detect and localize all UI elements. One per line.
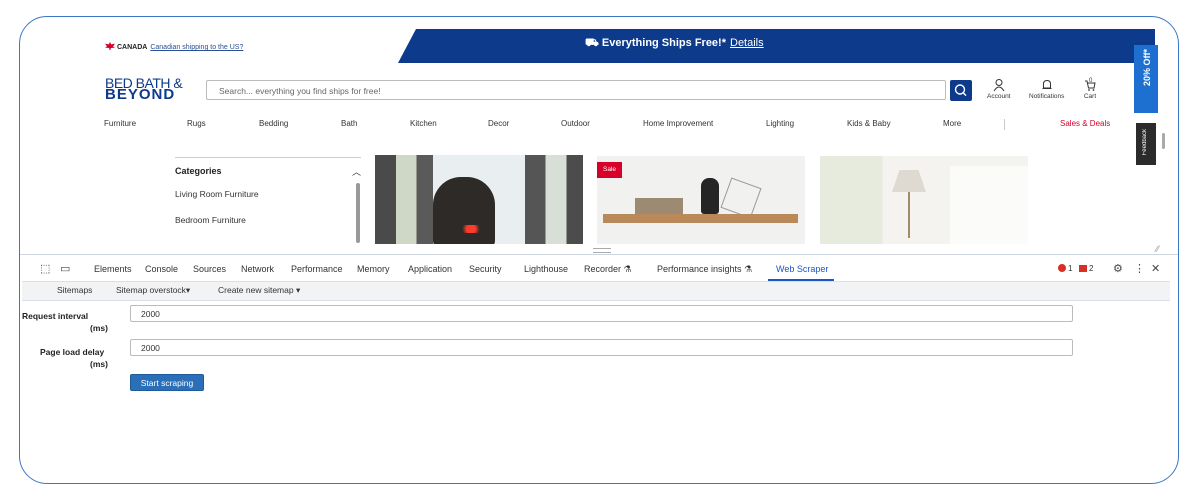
free-shipping-text: ⛟ Everything Ships Free!* Details bbox=[585, 37, 764, 49]
free-shipping-banner bbox=[398, 29, 1155, 63]
device-toggle-icon[interactable]: ▭ bbox=[60, 262, 70, 275]
caret-down-icon: ▾ bbox=[185, 285, 191, 295]
nav-divider bbox=[1004, 119, 1005, 130]
request-interval-input[interactable]: 2000 bbox=[130, 305, 1073, 322]
caret-down-icon: ▾ bbox=[295, 285, 301, 295]
nav-bedding[interactable]: Bedding bbox=[259, 119, 288, 128]
canada-shipping-notice: CANADA Canadian shipping to the US? bbox=[105, 42, 243, 51]
web-scraper-subnav bbox=[22, 281, 1170, 301]
tab-web-scraper[interactable]: Web Scraper bbox=[776, 264, 828, 274]
categories-divider bbox=[175, 157, 361, 158]
account-icon bbox=[993, 79, 1005, 92]
tab-performance[interactable]: Performance bbox=[291, 264, 343, 274]
subtab-sitemap-overstock[interactable]: Sitemap overstock▾ bbox=[116, 285, 190, 296]
page-load-delay-input[interactable]: 2000 bbox=[130, 339, 1073, 356]
error-icon bbox=[1058, 264, 1066, 272]
canada-shipping-link[interactable]: Canadian shipping to the US? bbox=[150, 44, 243, 51]
bedroom-product-image[interactable] bbox=[820, 156, 1028, 244]
tab-console[interactable]: Console bbox=[145, 264, 178, 274]
nav-more[interactable]: More bbox=[943, 119, 961, 128]
tab-recorder[interactable]: Recorder ⚗ bbox=[584, 264, 632, 275]
nav-bath[interactable]: Bath bbox=[341, 119, 357, 128]
bell-icon bbox=[1042, 79, 1052, 89]
search-input[interactable]: Search... everything you find ships for … bbox=[206, 80, 946, 100]
cart-count: 0 bbox=[1089, 78, 1093, 84]
details-link[interactable]: Details bbox=[730, 37, 764, 49]
nav-kitchen[interactable]: Kitchen bbox=[410, 119, 437, 128]
nav-furniture[interactable]: Furniture bbox=[104, 119, 136, 128]
issue-count[interactable]: 2 bbox=[1079, 264, 1093, 273]
request-interval-label: Request interval (ms) bbox=[22, 311, 108, 333]
truck-icon: ⛟ bbox=[585, 37, 599, 49]
tab-sources[interactable]: Sources bbox=[193, 264, 226, 274]
tab-performance-insights[interactable]: Performance insights ⚗ bbox=[657, 264, 752, 275]
category-bedroom[interactable]: Bedroom Furniture bbox=[175, 215, 246, 225]
nav-rugs[interactable]: Rugs bbox=[187, 119, 206, 128]
tab-elements[interactable]: Elements bbox=[94, 264, 132, 274]
inspect-element-icon[interactable]: ⬚ bbox=[40, 262, 50, 275]
notifications-button[interactable]: Notifications bbox=[1029, 78, 1064, 100]
page-load-delay-label: Page load delay (ms) bbox=[40, 347, 108, 369]
nav-lighting[interactable]: Lighting bbox=[766, 119, 794, 128]
tab-memory[interactable]: Memory bbox=[357, 264, 390, 274]
issue-icon bbox=[1079, 265, 1087, 272]
start-scraping-button[interactable]: Start scraping bbox=[130, 374, 204, 391]
search-button[interactable] bbox=[950, 80, 972, 101]
gear-icon[interactable]: ⚙ bbox=[1113, 262, 1123, 275]
nav-decor[interactable]: Decor bbox=[488, 119, 509, 128]
tab-network[interactable]: Network bbox=[241, 264, 274, 274]
panel-resize-handle[interactable] bbox=[593, 248, 611, 253]
sale-badge: Sale bbox=[597, 162, 622, 178]
flask-icon: ⚗ bbox=[744, 264, 753, 274]
category-living-room[interactable]: Living Room Furniture bbox=[175, 189, 259, 199]
tab-security[interactable]: Security bbox=[469, 264, 502, 274]
site-logo[interactable]: BED BATH & BEYOND bbox=[105, 76, 183, 102]
maple-leaf-icon bbox=[105, 42, 115, 50]
tab-lighthouse[interactable]: Lighthouse bbox=[524, 264, 568, 274]
close-icon[interactable]: ✕ bbox=[1151, 262, 1160, 275]
promo-tab[interactable]: 20% Off* bbox=[1134, 45, 1158, 113]
subtab-create-sitemap[interactable]: Create new sitemap ▾ bbox=[218, 285, 300, 296]
nav-kids-baby[interactable]: Kids & Baby bbox=[847, 119, 891, 128]
error-count[interactable]: 1 bbox=[1058, 264, 1072, 273]
search-icon bbox=[954, 84, 967, 97]
categories-title[interactable]: Categories bbox=[175, 166, 222, 176]
flask-icon: ⚗ bbox=[623, 264, 632, 274]
nav-sales-deals[interactable]: Sales & Deals bbox=[1060, 119, 1110, 128]
resize-corner-icon[interactable]: ⁄⁄ bbox=[1156, 244, 1159, 254]
nav-outdoor[interactable]: Outdoor bbox=[561, 119, 590, 128]
feedback-tab[interactable]: Feedback bbox=[1136, 123, 1156, 165]
shelf-product-image[interactable]: Sale bbox=[597, 156, 805, 244]
page-scrollbar[interactable] bbox=[1162, 133, 1165, 149]
more-options-icon[interactable]: ⋮ bbox=[1134, 262, 1145, 275]
account-button[interactable]: Account bbox=[987, 78, 1011, 100]
tab-application[interactable]: Application bbox=[408, 264, 452, 274]
categories-scrollbar[interactable] bbox=[356, 183, 360, 243]
top-banner: CANADA Canadian shipping to the US? ⛟ Eve… bbox=[85, 29, 1155, 63]
subtab-sitemaps[interactable]: Sitemaps bbox=[57, 285, 92, 295]
nav-home-improvement[interactable]: Home Improvement bbox=[643, 119, 713, 128]
chevron-up-icon[interactable]: ︿ bbox=[352, 165, 361, 178]
recliner-product-image[interactable] bbox=[375, 155, 583, 244]
